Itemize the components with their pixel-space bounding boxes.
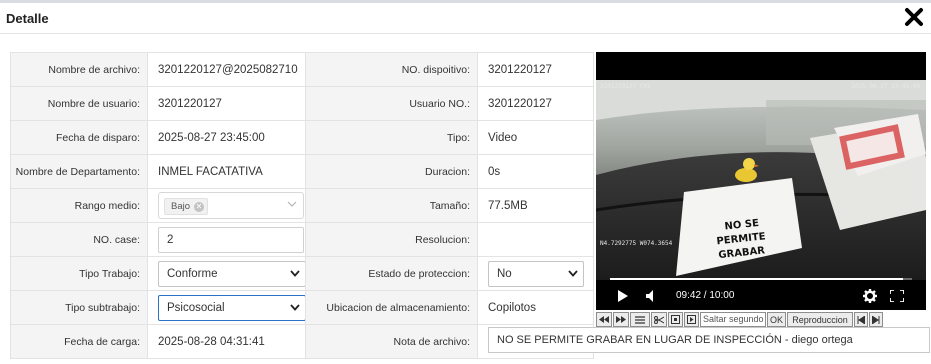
subwork-type-value: Psicosocial: [167, 301, 225, 314]
username-label: Nombre de usuario:: [10, 86, 148, 121]
progress-bar[interactable]: [610, 278, 912, 280]
fast-forward-button[interactable]: [613, 312, 629, 327]
user-no-label: Usuario NO.:: [305, 86, 478, 121]
duration-value: 0s: [477, 154, 594, 189]
protection-status-value: No: [497, 267, 512, 280]
player-toolbar: Saltar segundo OK Reproduccion: [596, 311, 926, 328]
table-row: Nombre de archivo: 3201220127@2025082710…: [10, 52, 594, 87]
time-display: 09:42 / 10:00: [676, 290, 735, 301]
file-note-input[interactable]: NO SE PERMITE GRABAR EN LUGAR DE INSPECC…: [488, 327, 930, 353]
video-player[interactable]: NO SE PERMITE GRABAR 3201220127 CH1 2025…: [596, 52, 926, 310]
chevron-down-icon: [568, 269, 578, 277]
frame-step-button[interactable]: [684, 312, 699, 327]
table-row: NO. case: Resolucion:: [10, 222, 594, 257]
last-frame-button[interactable]: [869, 312, 884, 327]
playback-button[interactable]: Reproduccion: [787, 312, 854, 327]
detail-table: Nombre de archivo: 3201220127@2025082710…: [10, 52, 930, 359]
settings-gear-icon[interactable]: [863, 289, 877, 303]
work-type-value: Conforme: [167, 267, 218, 280]
work-type-label: Tipo Trabajo:: [10, 256, 148, 291]
filename-label: Nombre de archivo:: [10, 52, 148, 87]
chevron-down-icon: [290, 269, 300, 277]
device-no-label: NO. dispoitivo:: [305, 52, 478, 87]
table-row: Fecha de disparo: 2025-08-27 23:45:00 Ti…: [10, 120, 594, 155]
resolution-label: Resolucion:: [305, 222, 478, 257]
scissors-icon: [654, 315, 664, 324]
storage-location-value: Copilotos: [477, 290, 594, 325]
risk-tag-label: Bajo: [171, 201, 191, 212]
upload-date-value: 2025-08-28 04:31:41: [147, 324, 306, 359]
table-row: Nombre de Departamento: INMEL FACATATIVA…: [10, 154, 594, 189]
filename-value: 3201220127@2025082710: [147, 52, 306, 87]
list-button[interactable]: [630, 312, 650, 327]
osd-top-left: 3201220127 CH1: [600, 83, 651, 90]
table-row: Nombre de usuario: 3201220127 Usuario NO…: [10, 86, 594, 121]
trigger-date-label: Fecha de disparo:: [10, 120, 148, 155]
chevron-down-icon: [290, 303, 300, 311]
ok-button[interactable]: OK: [767, 312, 787, 327]
storage-location-label: Ubicacion de almacenamiento:: [305, 290, 478, 325]
case-no-label: NO. case:: [10, 222, 148, 257]
rewind-button[interactable]: [596, 312, 612, 327]
snapshot-icon: [671, 315, 680, 324]
table-row: Tipo subtrabajo: Psicosocial Ubicacion d…: [10, 290, 594, 325]
fullscreen-icon[interactable]: [890, 290, 904, 302]
progress-fill: [610, 278, 903, 280]
dialog-title: Detalle: [6, 11, 49, 26]
tag-remove-icon[interactable]: ✕: [194, 201, 205, 212]
chevron-down-icon: [287, 201, 297, 207]
risk-tag: Bajo ✕: [164, 198, 209, 215]
device-no-value: 3201220127: [477, 52, 594, 87]
size-label: Tamaño:: [305, 188, 478, 223]
upload-date-label: Fecha de carga:: [10, 324, 148, 359]
close-x-icon[interactable]: [903, 6, 925, 28]
table-row: Fecha de carga: 2025-08-28 04:31:41 Nota…: [10, 324, 930, 359]
dialog-header: Detalle: [0, 3, 931, 34]
list-icon: [635, 315, 645, 324]
size-value: 77.5MB: [477, 188, 594, 223]
snapshot-button[interactable]: [668, 312, 683, 327]
trigger-date-value: 2025-08-27 23:45:00: [147, 120, 306, 155]
first-frame-button[interactable]: [854, 312, 869, 327]
type-label: Tipo:: [305, 120, 478, 155]
type-value: Video: [477, 120, 594, 155]
clip-button[interactable]: [651, 312, 667, 327]
duration-label: Duracion:: [305, 154, 478, 189]
file-note-label: Nota de archivo:: [305, 324, 478, 359]
risk-range-select[interactable]: Bajo ✕: [158, 192, 304, 219]
volume-icon[interactable]: [646, 290, 658, 302]
department-label: Nombre de Departamento:: [10, 154, 148, 189]
case-no-input[interactable]: [158, 226, 304, 253]
username-value: 3201220127: [147, 86, 306, 121]
video-frame: NO SE PERMITE GRABAR: [596, 80, 926, 280]
fast-forward-icon: [616, 316, 626, 323]
table-row: Rango medio: Bajo ✕ Tamaño: 77.5MB: [10, 188, 594, 223]
frame-step-icon: [687, 315, 696, 324]
seek-seconds-input[interactable]: Saltar segundo: [700, 312, 766, 327]
protection-status-select[interactable]: No: [488, 260, 584, 287]
subwork-type-label: Tipo subtrabajo:: [10, 290, 148, 325]
osd-bottom-left: N4.7292775 W074.3654: [600, 240, 673, 247]
table-row: Tipo Trabajo: Conforme Estado de protecc…: [10, 256, 594, 291]
osd-top-right: 2025-08-27 23:45:00: [851, 83, 920, 90]
work-type-select[interactable]: Conforme: [158, 260, 305, 287]
rewind-icon: [599, 316, 609, 323]
protection-status-label: Estado de proteccion:: [305, 256, 478, 291]
user-no-value: 3201220127: [477, 86, 594, 121]
resolution-value: [477, 222, 594, 257]
risk-range-label: Rango medio:: [10, 188, 148, 223]
skip-start-icon: [857, 315, 866, 324]
subwork-type-select[interactable]: Psicosocial: [158, 294, 305, 321]
play-icon[interactable]: [618, 290, 628, 302]
department-value: INMEL FACATATIVA: [147, 154, 306, 189]
skip-end-icon: [872, 315, 880, 324]
